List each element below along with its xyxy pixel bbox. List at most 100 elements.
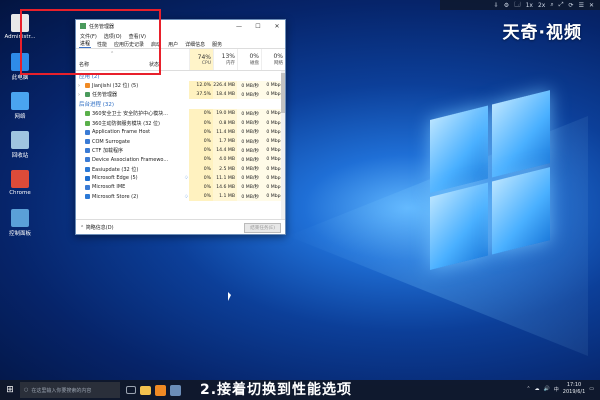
- process-icon: [85, 92, 90, 98]
- scrollbar[interactable]: [281, 71, 285, 219]
- desktop-icon[interactable]: 控制面板: [2, 209, 38, 237]
- desktop-icon[interactable]: 网络: [2, 92, 38, 120]
- cpu-column-header[interactable]: 74% CPU: [189, 49, 213, 70]
- process-row[interactable]: Microsoft IME 0% 14.6 MB 0 MB/秒 0 Mbps: [76, 182, 285, 193]
- desktop-icon-label: 网络: [14, 114, 26, 120]
- toolbar-icon[interactable]: 1x: [526, 2, 533, 9]
- process-cpu-cell: 37.5%: [189, 90, 213, 100]
- process-name: CTF 加载程序: [92, 148, 124, 155]
- process-row[interactable]: CTF 加载程序 0% 14.4 MB 0 MB/秒 0 Mbps: [76, 146, 285, 156]
- process-row[interactable]: › Jianjishi (32 位) (5) 12.0% 226.4 MB 0 MB/秒…: [76, 81, 285, 91]
- process-row[interactable]: › 任务管理器 37.5% 18.4 MB 0 MB/秒 0 Mbps: [76, 90, 285, 100]
- network-column-header[interactable]: 0% 网络: [261, 49, 285, 70]
- tray-icon[interactable]: 🔊: [544, 386, 550, 393]
- process-row[interactable]: Application Frame Host 0% 11.4 MB 0 MB/秒 0 M…: [76, 127, 285, 137]
- process-disk-cell: 0 MB/秒: [237, 136, 261, 147]
- process-cpu-cell: 0%: [189, 136, 213, 147]
- minimize-button[interactable]: —: [231, 23, 247, 30]
- expand-chevron-icon[interactable]: ›: [78, 83, 83, 89]
- toolbar-icon[interactable]: ⌕: [550, 1, 553, 9]
- desktop-app-icon: [11, 170, 29, 188]
- tab-services[interactable]: 服务: [211, 41, 223, 48]
- desktop-icon[interactable]: 回收站: [2, 131, 38, 159]
- toolbar-icon[interactable]: ✕: [589, 2, 594, 9]
- process-mem-cell: 4.0 MB: [213, 155, 237, 165]
- process-mem-cell: 14.4 MB: [213, 146, 237, 156]
- tray-icon[interactable]: 中: [554, 386, 559, 393]
- process-cpu-cell: 0%: [189, 127, 213, 137]
- process-icon: [85, 111, 90, 117]
- task-view-icon[interactable]: [126, 386, 136, 394]
- start-button[interactable]: ⊞: [0, 380, 20, 400]
- process-icon: [85, 129, 90, 135]
- desktop-app-icon: [11, 131, 29, 149]
- process-disk-cell: 0 MB/秒: [237, 192, 261, 202]
- process-icon: [85, 120, 90, 126]
- process-row[interactable]: 360主动防御服务模块 (32 位) 0% 0.8 MB 0 MB/秒 0 Mbps: [76, 118, 285, 128]
- close-button[interactable]: ✕: [269, 23, 285, 30]
- clock[interactable]: 17:10 2019/6/1: [563, 382, 585, 396]
- tray-icon[interactable]: ⌃: [526, 386, 530, 393]
- process-disk-cell: 0 MB/秒: [237, 118, 261, 128]
- process-disk-cell: 0 MB/秒: [237, 173, 261, 183]
- process-name: Application Frame Host: [92, 129, 151, 136]
- process-mem-cell: 1.7 MB: [213, 136, 237, 147]
- process-mem-cell: 1.1 MB: [213, 192, 237, 202]
- tab-details[interactable]: 详细信息: [184, 41, 206, 48]
- process-mem-cell: 14.6 MB: [213, 182, 237, 193]
- system-tray: ⌃ ☁ 🔊 中 17:10 2019/6/1 ▭: [526, 382, 594, 396]
- desktop-icon[interactable]: Chrome: [2, 170, 38, 196]
- process-name: Microsoft Edge (5): [92, 175, 138, 182]
- taskbar: ⊞ ○ 在这里输入你要搜索的内容 2.接着切换到性能选项 ⌃ ☁ 🔊 中 17:10 …: [0, 380, 600, 400]
- fewer-details-button[interactable]: ⌃ 简略信息(D): [80, 224, 114, 231]
- end-task-button[interactable]: 结束任务(E): [244, 222, 281, 233]
- desktop-icon-label: 控制面板: [8, 231, 31, 237]
- process-mem-cell: 19.0 MB: [213, 109, 237, 119]
- expand-chevron-icon[interactable]: ›: [78, 92, 83, 98]
- process-icon: [85, 194, 90, 200]
- process-cpu-cell: 0%: [189, 173, 213, 183]
- process-name: Device Association Framewo...: [92, 156, 169, 163]
- toolbar-icon[interactable]: ☰: [579, 2, 584, 9]
- maximize-button[interactable]: ☐: [250, 23, 266, 30]
- process-name: 360安全卫士 安全防护中心模块...: [92, 111, 168, 118]
- process-name: COM Surrogate: [92, 138, 130, 145]
- toolbar-icon[interactable]: ⟳: [569, 2, 574, 9]
- search-box[interactable]: ○ 在这里输入你要搜索的内容: [20, 382, 120, 398]
- tab-users[interactable]: 用户: [167, 41, 179, 48]
- desktop-app-icon: [11, 92, 29, 110]
- toolbar-icon[interactable]: ⚙: [504, 2, 509, 9]
- explorer-icon[interactable]: [140, 385, 151, 395]
- process-row[interactable]: Easiupdate (32 位) 0% 2.5 MB 0 MB/秒 0 Mbps: [76, 164, 285, 174]
- process-disk-cell: 0 MB/秒: [237, 146, 261, 156]
- notification-icon[interactable]: ▭: [589, 386, 594, 392]
- toolbar-icon[interactable]: 2x: [538, 2, 545, 9]
- process-name: 任务管理器: [92, 92, 118, 99]
- process-row[interactable]: Microsoft Edge (5) ♢ 0% 11.1 MB 0 MB/秒 0 Mbps: [76, 173, 285, 183]
- disk-column-header[interactable]: 0% 磁盘: [237, 49, 261, 70]
- toolbar-icon[interactable]: 🗔: [514, 0, 521, 10]
- process-row[interactable]: Device Association Framewo... 0% 4.0 MB 0 M…: [76, 155, 285, 165]
- tray-icon[interactable]: ☁: [535, 386, 540, 393]
- process-icon: [85, 175, 90, 181]
- watermark: 天奇·视频: [502, 23, 582, 43]
- process-disk-cell: 0 MB/秒: [237, 109, 261, 119]
- process-row[interactable]: 360安全卫士 安全防护中心模块... 0% 19.0 MB 0 MB/秒 0 Mbps: [76, 109, 285, 119]
- toolbar-icon[interactable]: ⇩: [494, 2, 499, 9]
- memory-column-header[interactable]: 13% 内存: [213, 49, 237, 70]
- process-name: Jianjishi (32 位) (5): [92, 83, 139, 90]
- process-row[interactable]: Microsoft Store (2) ♢ 0% 1.1 MB 0 MB/秒 0 Mbps: [76, 192, 285, 202]
- process-mem-cell: 11.4 MB: [213, 127, 237, 137]
- footer: ⌃ 简略信息(D) 结束任务(E): [76, 219, 285, 235]
- process-icon: [85, 184, 90, 190]
- toolbar-icon[interactable]: ⤢: [559, 1, 564, 9]
- process-name: Microsoft Store (2): [92, 193, 139, 200]
- task-manager-taskbar-icon[interactable]: [170, 384, 181, 396]
- jianjishi-icon[interactable]: [155, 384, 166, 396]
- process-cpu-cell: 0%: [189, 192, 213, 202]
- process-disk-cell: 0 MB/秒: [237, 155, 261, 165]
- process-row[interactable]: COM Surrogate 0% 1.7 MB 0 MB/秒 0 Mbps: [76, 136, 285, 147]
- process-cpu-cell: 0%: [189, 118, 213, 128]
- process-icon: [85, 148, 90, 154]
- process-mem-cell: 11.1 MB: [213, 173, 237, 183]
